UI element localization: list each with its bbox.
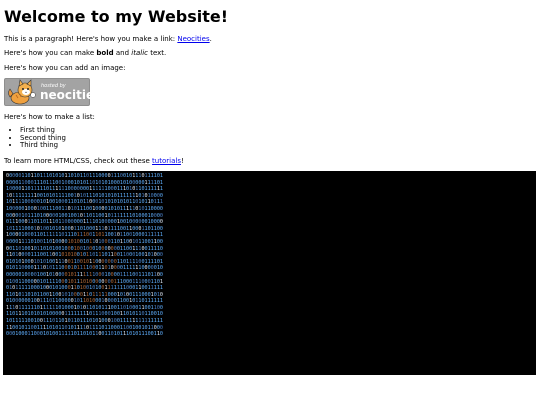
- paragraph-link-text: This is a paragraph! Here's how you make…: [4, 35, 178, 43]
- binary-code-image: 0000011011011101010110101101110000111001…: [3, 171, 536, 375]
- formatting-text-2: and: [113, 49, 132, 57]
- paragraph-link: This is a paragraph! Here's how you make…: [4, 35, 212, 44]
- page: Welcome to my Website! This is a paragra…: [0, 0, 540, 405]
- binary-digits: 0000011011011101010110101101110000111001…: [3, 171, 536, 340]
- paragraph-list: Here's how to make a list:: [4, 113, 95, 121]
- binary-row: 0101111100010001010001101001010011111110…: [6, 285, 163, 292]
- paragraph-tutorials: To learn more HTML/CSS, check out these …: [4, 157, 184, 166]
- badge-neocities-text: neocities: [40, 88, 102, 102]
- binary-row: 1000011011111011111100000001111110001110…: [6, 186, 163, 193]
- binary-row: 0100110000010111100010111010000000011100…: [6, 278, 163, 285]
- tutorials-link[interactable]: tutorials: [152, 157, 181, 165]
- binary-row: 0100000010011101100000101101000100001100…: [6, 298, 163, 305]
- bullet-list: First thing Second thing Third thing: [4, 126, 66, 150]
- binary-row: 1101110101010100000111111110111000100110…: [6, 311, 163, 318]
- binary-row: 1000001000100111001101011100100001010111…: [6, 205, 163, 212]
- binary-row: 1011110000010100100011010110001010101010…: [6, 199, 163, 206]
- binary-row: 1100101100111101011010111101111011000110…: [6, 324, 163, 331]
- binary-row: 0000111101001101000010100101101000110110…: [6, 238, 163, 245]
- bold-text: bold: [96, 49, 114, 57]
- formatting-text-3: text.: [147, 49, 167, 57]
- paragraph-link-end: .: [209, 35, 212, 43]
- binary-row: 0101100001110101110001011110001101000011…: [6, 265, 163, 272]
- binary-row: 1000010001101111110111011100110110010110…: [6, 232, 163, 239]
- tutorials-text-end: !: [180, 157, 184, 165]
- binary-row: 0000110001110111001000101011010101000101…: [6, 179, 163, 186]
- formatting-text-1: Here's how you can make: [4, 49, 97, 57]
- binary-row: 1110111111011111101000101011010111001101…: [6, 304, 163, 311]
- binary-row: 0111000110110111011000000111101000001001…: [6, 219, 163, 226]
- paragraph-image: Here's how you can add an image:: [4, 64, 126, 72]
- neocities-link[interactable]: Neocities: [177, 35, 209, 43]
- binary-row: 1011111111001010111100101011101010101111…: [6, 192, 163, 199]
- binary-row: 0000010000100101000010111111100010000111…: [6, 271, 163, 278]
- paragraph-formatting: Here's how you can make bold and italic …: [4, 49, 166, 58]
- tutorials-text: To learn more HTML/CSS, check out these: [4, 157, 153, 165]
- binary-row: 0001000110001010011111011010110011010111…: [6, 331, 163, 338]
- binary-row: 0011010010110101001000100100010000000110…: [6, 245, 163, 252]
- neocities-cat-icon: [8, 79, 36, 105]
- binary-row: 1101000011100110010101001011011101100110…: [6, 252, 163, 259]
- page-heading: Welcome to my Website!: [4, 7, 229, 26]
- binary-row: 1011110001010010101000110100011101111001…: [6, 225, 163, 232]
- binary-row: 0000011011011101010110101101110000111001…: [6, 173, 163, 179]
- binary-row: 1101011010110011001010000110111110001010…: [6, 291, 163, 298]
- binary-row: 1011111001001110110101101110101000100111…: [6, 318, 163, 325]
- italic-text: italic: [131, 49, 148, 57]
- binary-row: 0101010001010100111001100101100000001101…: [6, 258, 163, 265]
- list-item: Third thing: [20, 141, 66, 150]
- binary-row: 0000010111010000010010010110110010111111…: [6, 212, 163, 219]
- hosted-by-neocities-badge: hosted by neocities: [4, 78, 101, 106]
